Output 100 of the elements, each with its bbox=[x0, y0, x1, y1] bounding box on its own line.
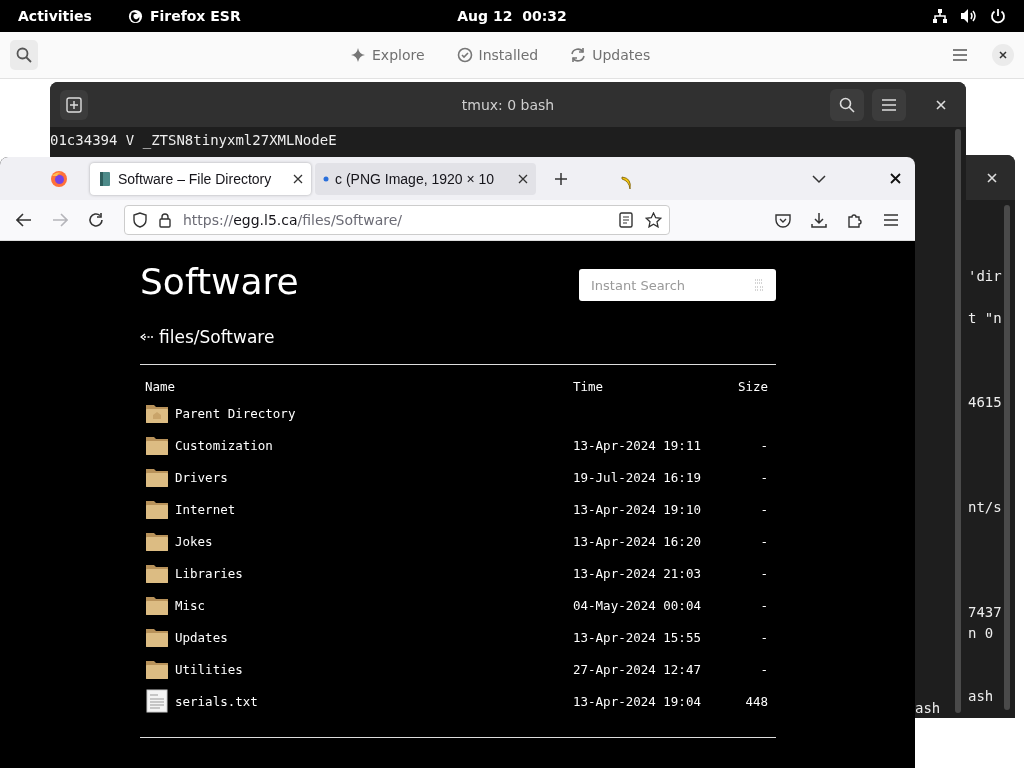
file-name-link[interactable]: Utilities bbox=[175, 661, 243, 677]
folder-icon bbox=[145, 658, 169, 680]
app-name[interactable]: Firefox ESR bbox=[149, 8, 241, 24]
file-name-link[interactable]: Misc bbox=[175, 597, 206, 613]
breadcrumb-link[interactable]: files/Software bbox=[159, 327, 275, 347]
pocket-icon[interactable] bbox=[775, 212, 791, 228]
terminal-text: nt/s bbox=[968, 499, 1002, 515]
browser-tab[interactable]: c (PNG Image, 1920 × 10 bbox=[315, 162, 536, 195]
file-name-link[interactable]: Jokes bbox=[175, 533, 213, 549]
menu-icon bbox=[881, 97, 897, 112]
browser-tab[interactable]: Software – File Directory bbox=[90, 162, 311, 195]
terminal-text: t "n bbox=[968, 310, 1002, 326]
file-name-link[interactable]: Internet bbox=[175, 501, 236, 517]
sparkle-icon bbox=[350, 47, 366, 63]
shield-icon bbox=[133, 212, 147, 228]
close-icon[interactable] bbox=[293, 173, 303, 184]
text-file-icon bbox=[145, 689, 169, 713]
clock[interactable]: Aug 12 00:32 bbox=[457, 8, 567, 24]
menu-button[interactable] bbox=[872, 88, 906, 121]
table-cell-text: - bbox=[759, 565, 768, 581]
software-tab[interactable]: Updates bbox=[564, 43, 657, 67]
activities-button[interactable]: Activities bbox=[18, 8, 92, 24]
search-icon bbox=[839, 96, 855, 113]
file-name-link[interactable]: Customization bbox=[175, 437, 273, 453]
firefox-icon bbox=[127, 8, 143, 24]
table-cell-text: - bbox=[759, 629, 768, 645]
check-circle-icon bbox=[456, 47, 473, 63]
parent-folder-icon bbox=[145, 402, 169, 424]
folder-icon bbox=[145, 562, 169, 584]
column-header[interactable]: Size bbox=[708, 378, 768, 394]
terminal-text: 7437 bbox=[968, 604, 1002, 620]
terminal-text: ash bbox=[915, 699, 941, 718]
software-tab[interactable]: Installed bbox=[450, 43, 545, 67]
network-icon[interactable] bbox=[932, 8, 948, 24]
folder-icon bbox=[145, 498, 169, 520]
column-header[interactable]: Time bbox=[573, 378, 708, 394]
plus-square-icon bbox=[66, 96, 82, 113]
table-cell-text: 13-Apr-2024 21:03 bbox=[573, 565, 702, 581]
folder-icon bbox=[145, 626, 169, 648]
file-name-link[interactable]: Updates bbox=[175, 629, 228, 645]
reader-view-icon[interactable] bbox=[619, 212, 633, 228]
terminal-text: 'dir bbox=[968, 268, 1002, 284]
table-cell-text: - bbox=[759, 469, 768, 485]
table-cell-text: - bbox=[759, 437, 768, 453]
table-cell-text: 13-Apr-2024 19:04 bbox=[573, 693, 702, 709]
lock-icon bbox=[159, 212, 171, 228]
url-text: https://egg.l5.ca/files/Software/ bbox=[183, 212, 403, 228]
table-cell-text: 13-Apr-2024 15:55 bbox=[573, 629, 702, 645]
table-cell-text: 13-Apr-2024 16:20 bbox=[573, 533, 702, 549]
menu-icon[interactable] bbox=[952, 48, 968, 62]
folder-icon bbox=[145, 594, 169, 616]
file-name-link[interactable]: Libraries bbox=[175, 565, 243, 581]
dot-icon bbox=[323, 175, 329, 182]
power-icon[interactable] bbox=[990, 8, 1006, 24]
table-cell-text: 27-Apr-2024 12:47 bbox=[573, 661, 702, 677]
new-tab-button[interactable] bbox=[60, 89, 88, 120]
firefox-icon[interactable] bbox=[50, 169, 68, 188]
book-icon bbox=[98, 170, 112, 187]
folder-icon bbox=[145, 466, 169, 488]
table-cell-text: 19-Jul-2024 16:19 bbox=[573, 469, 702, 485]
close-icon[interactable] bbox=[890, 173, 901, 184]
table-cell-text: - bbox=[759, 661, 768, 677]
menu-icon[interactable] bbox=[883, 213, 899, 227]
table-cell-text: - bbox=[759, 501, 768, 517]
search-button[interactable] bbox=[830, 88, 864, 121]
download-icon[interactable] bbox=[811, 212, 827, 228]
reload-icon[interactable] bbox=[88, 212, 104, 228]
table-cell-text: 13-Apr-2024 19:11 bbox=[573, 437, 702, 453]
search-button[interactable] bbox=[10, 40, 38, 70]
busy-cursor-icon bbox=[620, 174, 634, 191]
folder-icon bbox=[145, 530, 169, 552]
back-icon[interactable] bbox=[16, 213, 32, 227]
terminal-text: 4615 bbox=[968, 394, 1002, 410]
search-field[interactable]: Instant Search bbox=[579, 269, 776, 301]
puzzle-icon[interactable] bbox=[847, 212, 863, 228]
grid-icon bbox=[754, 279, 764, 291]
table-cell-text: 04-May-2024 00:04 bbox=[573, 597, 702, 613]
file-name-link[interactable]: serials.txt bbox=[175, 693, 258, 709]
table-cell-text: 448 bbox=[744, 693, 768, 709]
search-icon bbox=[16, 47, 32, 63]
software-tab[interactable]: Explore bbox=[344, 43, 431, 67]
volume-icon[interactable] bbox=[960, 8, 978, 24]
address-bar[interactable]: https://egg.l5.ca/files/Software/ bbox=[124, 205, 670, 235]
plus-icon[interactable] bbox=[554, 171, 568, 186]
refresh-icon bbox=[570, 47, 587, 63]
close-button[interactable] bbox=[992, 44, 1014, 66]
table-cell-text: 13-Apr-2024 19:10 bbox=[573, 501, 702, 517]
file-name-link[interactable]: Parent Directory bbox=[175, 405, 296, 421]
chevron-down-icon[interactable] bbox=[812, 173, 826, 184]
terminal-text: 01c34394 V _ZTSN8tinyxml27XMLNodeE bbox=[50, 131, 338, 151]
dashed-back-arrow-icon[interactable] bbox=[140, 333, 154, 341]
scrollbar[interactable] bbox=[955, 129, 961, 713]
star-icon[interactable] bbox=[645, 212, 662, 228]
page-title: Software bbox=[140, 260, 299, 304]
close-icon[interactable] bbox=[518, 173, 528, 184]
column-header[interactable]: Name bbox=[145, 378, 573, 394]
file-name-link[interactable]: Drivers bbox=[175, 469, 228, 485]
table-cell-text: - bbox=[759, 533, 768, 549]
folder-icon bbox=[145, 434, 169, 456]
scrollbar[interactable] bbox=[1004, 205, 1010, 710]
